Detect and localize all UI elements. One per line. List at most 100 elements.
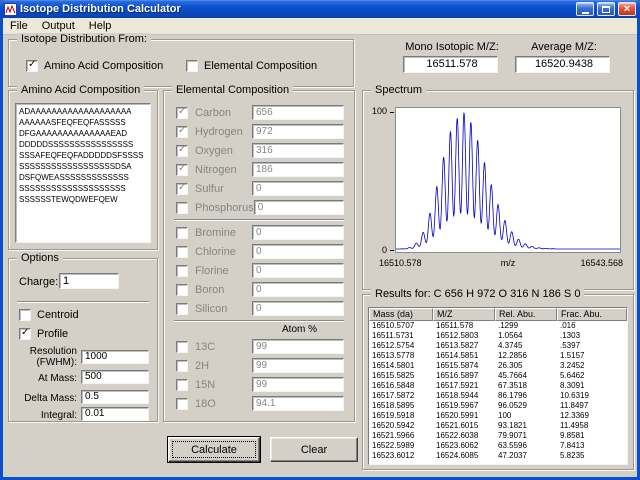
element-list-secondary: Bromine 0 Chlorine 0 Florine 0 Boron 0 S… xyxy=(164,223,354,318)
cell-rel-abu: 96.0529 xyxy=(495,401,557,411)
column-header-frac-abu[interactable]: Frac. Abu. xyxy=(557,308,627,321)
mono-isotopic-mz-label: Mono Isotopic M/Z: xyxy=(399,41,505,53)
element-row: Chlorine 0 xyxy=(164,242,354,261)
title-bar[interactable]: Isotope Distribution Calculator × xyxy=(0,0,640,18)
table-row: 16521.5966 16522.6038 79.9071 9.8581 xyxy=(369,431,627,441)
cell-mz: 16521.6015 xyxy=(433,421,495,431)
checkbox-label: Profile xyxy=(37,328,68,340)
element-value-field: 99 xyxy=(252,358,344,373)
element-label: Florine xyxy=(195,265,229,277)
y-axis-tick xyxy=(390,250,394,251)
column-header-mz[interactable]: M/Z xyxy=(433,308,495,321)
group-label: Isotope Distribution From: xyxy=(17,33,151,45)
table-row: 16510.5707 16511.578 .1299 .016 xyxy=(369,321,627,331)
cell-frac-abu: 3.2452 xyxy=(557,361,627,371)
maximize-button[interactable] xyxy=(597,2,615,16)
group-label: Amino Acid Composition xyxy=(17,84,144,96)
element-label: Oxygen xyxy=(195,145,233,157)
cell-rel-abu: 93.1821 xyxy=(495,421,557,431)
element-value-field: 0 xyxy=(252,181,344,196)
cell-rel-abu: 4.3745 xyxy=(495,341,557,351)
clear-button[interactable]: Clear xyxy=(270,437,358,462)
element-label: 2H xyxy=(195,360,209,372)
menu-item-file[interactable]: File xyxy=(3,19,35,33)
element-value-field: 0 xyxy=(252,244,344,259)
charge-field[interactable]: 1 xyxy=(59,273,119,289)
group-elemental-composition: Elemental Composition Carbon 656 Hydroge… xyxy=(163,90,355,422)
cell-rel-abu: 26.305 xyxy=(495,361,557,371)
element-list-main: Carbon 656 Hydrogen 972 Oxygen 316 Nitro… xyxy=(164,103,354,217)
element-value-field: 0 xyxy=(252,282,344,297)
delta-mass-field[interactable]: 0.5 xyxy=(81,390,149,404)
group-spectrum: Spectrum 100 0 16510.578 m/z 16543.568 xyxy=(362,90,634,290)
checkbox-box xyxy=(186,60,198,72)
app-icon xyxy=(4,3,17,16)
element-checkbox xyxy=(176,246,188,258)
close-button[interactable]: × xyxy=(618,2,636,16)
charge-label: Charge: xyxy=(19,276,58,288)
element-checkbox xyxy=(176,303,188,315)
menu-item-output[interactable]: Output xyxy=(35,19,82,33)
window-frame: File Output Help Isotope Distribution Fr… xyxy=(0,18,640,480)
cell-frac-abu: 11.8497 xyxy=(557,401,627,411)
table-row: 16519.5918 16520.5991 100 12.3369 xyxy=(369,411,627,421)
table-row: 16518.5895 16519.5967 96.0529 11.8497 xyxy=(369,401,627,411)
profile-checkbox[interactable]: Profile xyxy=(19,328,68,340)
cell-mz: 16516.5897 xyxy=(433,371,495,381)
cell-rel-abu: 86.1796 xyxy=(495,391,557,401)
cell-mass: 16512.5754 xyxy=(369,341,433,351)
x-axis-max-label: 16543.568 xyxy=(580,258,623,268)
cell-mz: 16512.5803 xyxy=(433,331,495,341)
separator xyxy=(17,301,149,303)
cell-rel-abu: 1.0564 xyxy=(495,331,557,341)
menu-item-help[interactable]: Help xyxy=(82,19,119,33)
element-checkbox xyxy=(176,265,188,277)
cell-rel-abu: 47.2037 xyxy=(495,451,557,461)
at-mass-field[interactable]: 500 xyxy=(81,370,149,384)
minimize-button[interactable] xyxy=(576,2,594,16)
element-value-field: 186 xyxy=(252,162,344,177)
element-checkbox xyxy=(176,360,188,372)
table-row: 16523.6012 16524.6085 47.2037 5.8235 xyxy=(369,451,627,461)
group-label: Spectrum xyxy=(371,84,426,96)
average-mz-label: Average M/Z: xyxy=(511,41,617,53)
cell-frac-abu: 7.8413 xyxy=(557,441,627,451)
element-value-field: 0 xyxy=(252,225,344,240)
column-header-rel-abu[interactable]: Rel. Abu. xyxy=(495,308,557,321)
table-row: 16517.5872 16518.5944 86.1796 10.6319 xyxy=(369,391,627,401)
table-row: 16511.5731 16512.5803 1.0564 .1303 xyxy=(369,331,627,341)
table-row: 16522.5989 16523.6062 63.5596 7.8413 xyxy=(369,441,627,451)
centroid-checkbox[interactable]: Centroid xyxy=(19,309,79,321)
element-label: 13C xyxy=(195,341,215,353)
cell-mz: 16513.5827 xyxy=(433,341,495,351)
results-listview: Mass (da) M/Z Rel. Abu. Frac. Abu. 16510… xyxy=(368,307,628,465)
checkbox-box xyxy=(19,328,31,340)
amino-composition-checkbox[interactable]: Amino Acid Composition xyxy=(26,60,163,72)
cell-frac-abu: 11.4958 xyxy=(557,421,627,431)
cell-mz: 16518.5944 xyxy=(433,391,495,401)
cell-mass: 16523.6012 xyxy=(369,451,433,461)
table-row: 16515.5825 16516.5897 45.7664 5.6462 xyxy=(369,371,627,381)
sequence-textarea[interactable]: ADAAAAAAAAAAAAAAAAAAA AAAAAASFEQFEQFASSS… xyxy=(15,103,151,243)
separator xyxy=(174,320,344,322)
element-checkbox xyxy=(176,126,188,138)
resolution-field[interactable]: 1000 xyxy=(81,350,149,364)
column-header-mass[interactable]: Mass (da) xyxy=(369,308,433,321)
close-icon: × xyxy=(624,3,630,15)
cell-frac-abu: 5.6462 xyxy=(557,371,627,381)
cell-frac-abu: .5397 xyxy=(557,341,627,351)
element-row: Oxygen 316 xyxy=(164,141,354,160)
table-row: 16514.5801 16515.5874 26.305 3.2452 xyxy=(369,361,627,371)
results-title: Results for: C 656 H 972 O 316 N 186 S 0 xyxy=(371,288,584,300)
element-checkbox xyxy=(176,379,188,391)
cell-mass: 16515.5825 xyxy=(369,371,433,381)
table-row: 16513.5778 16514.5851 12.2856 1.5157 xyxy=(369,351,627,361)
cell-mass: 16516.5848 xyxy=(369,381,433,391)
element-row: Phosphorus 0 xyxy=(164,198,354,217)
elemental-composition-checkbox[interactable]: Elemental Composition xyxy=(186,60,317,72)
integral-field[interactable]: 0.01 xyxy=(81,407,149,421)
element-value-field: 0 xyxy=(252,301,344,316)
cell-rel-abu: .1299 xyxy=(495,321,557,331)
cell-rel-abu: 100 xyxy=(495,411,557,421)
calculate-button[interactable]: Calculate xyxy=(168,437,260,462)
